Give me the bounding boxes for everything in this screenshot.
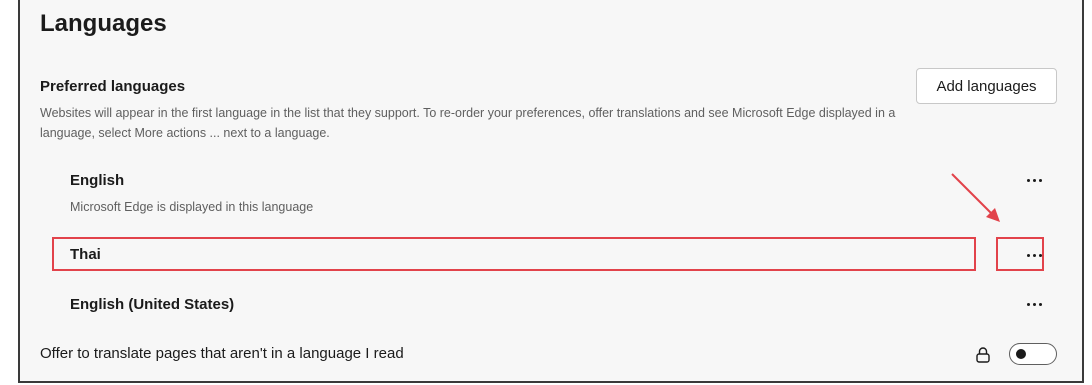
annotation-arrow <box>951 173 1000 222</box>
